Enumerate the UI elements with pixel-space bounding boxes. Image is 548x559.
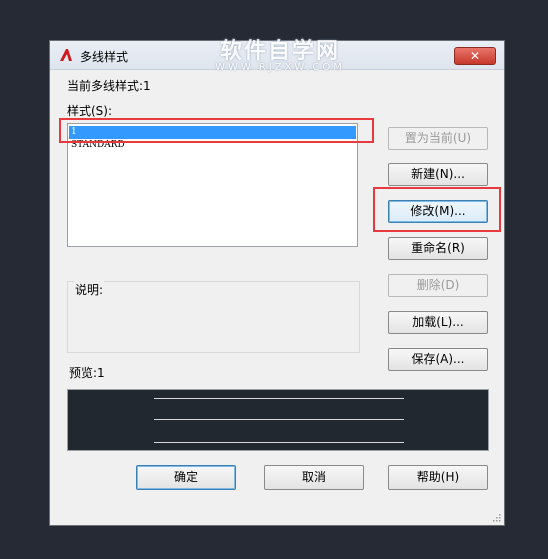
set-current-button[interactable]: 置为当前(U) xyxy=(388,127,488,150)
preview-line xyxy=(154,419,404,420)
list-item[interactable]: STANDARD xyxy=(69,139,356,152)
multiline-style-dialog: 多线样式 ✕ 软件自学网 WWW.RJZXW.COM 当前多线样式:1 样式(S… xyxy=(49,39,505,526)
preview-line xyxy=(154,398,404,399)
autocad-logo-icon xyxy=(60,49,72,61)
save-button[interactable]: 保存(A)... xyxy=(388,348,488,371)
cancel-button[interactable]: 取消 xyxy=(264,465,364,490)
current-style-label: 当前多线样式:1 xyxy=(67,79,151,93)
styles-listbox[interactable]: 1 STANDARD xyxy=(67,123,358,247)
modify-button[interactable]: 修改(M)... xyxy=(388,200,488,223)
title-bar[interactable]: 多线样式 ✕ xyxy=(50,41,504,70)
resize-grip-icon[interactable] xyxy=(491,512,501,522)
preview-line xyxy=(154,442,404,443)
preview-panel xyxy=(67,389,489,451)
list-item[interactable]: 1 xyxy=(69,126,356,139)
load-button[interactable]: 加载(L)... xyxy=(388,311,488,334)
new-button[interactable]: 新建(N)... xyxy=(388,163,488,186)
close-button[interactable]: ✕ xyxy=(454,47,496,65)
window-title: 多线样式 xyxy=(80,50,129,64)
delete-button[interactable]: 删除(D) xyxy=(388,274,488,297)
ok-button[interactable]: 确定 xyxy=(136,465,236,490)
rename-button[interactable]: 重命名(R) xyxy=(388,237,488,260)
description-label: 说明: xyxy=(74,281,105,298)
close-icon: ✕ xyxy=(469,49,481,63)
help-button[interactable]: 帮助(H) xyxy=(388,465,488,490)
styles-label: 样式(S): xyxy=(67,104,113,118)
description-box xyxy=(67,281,360,353)
preview-label: 预览:1 xyxy=(69,366,105,380)
